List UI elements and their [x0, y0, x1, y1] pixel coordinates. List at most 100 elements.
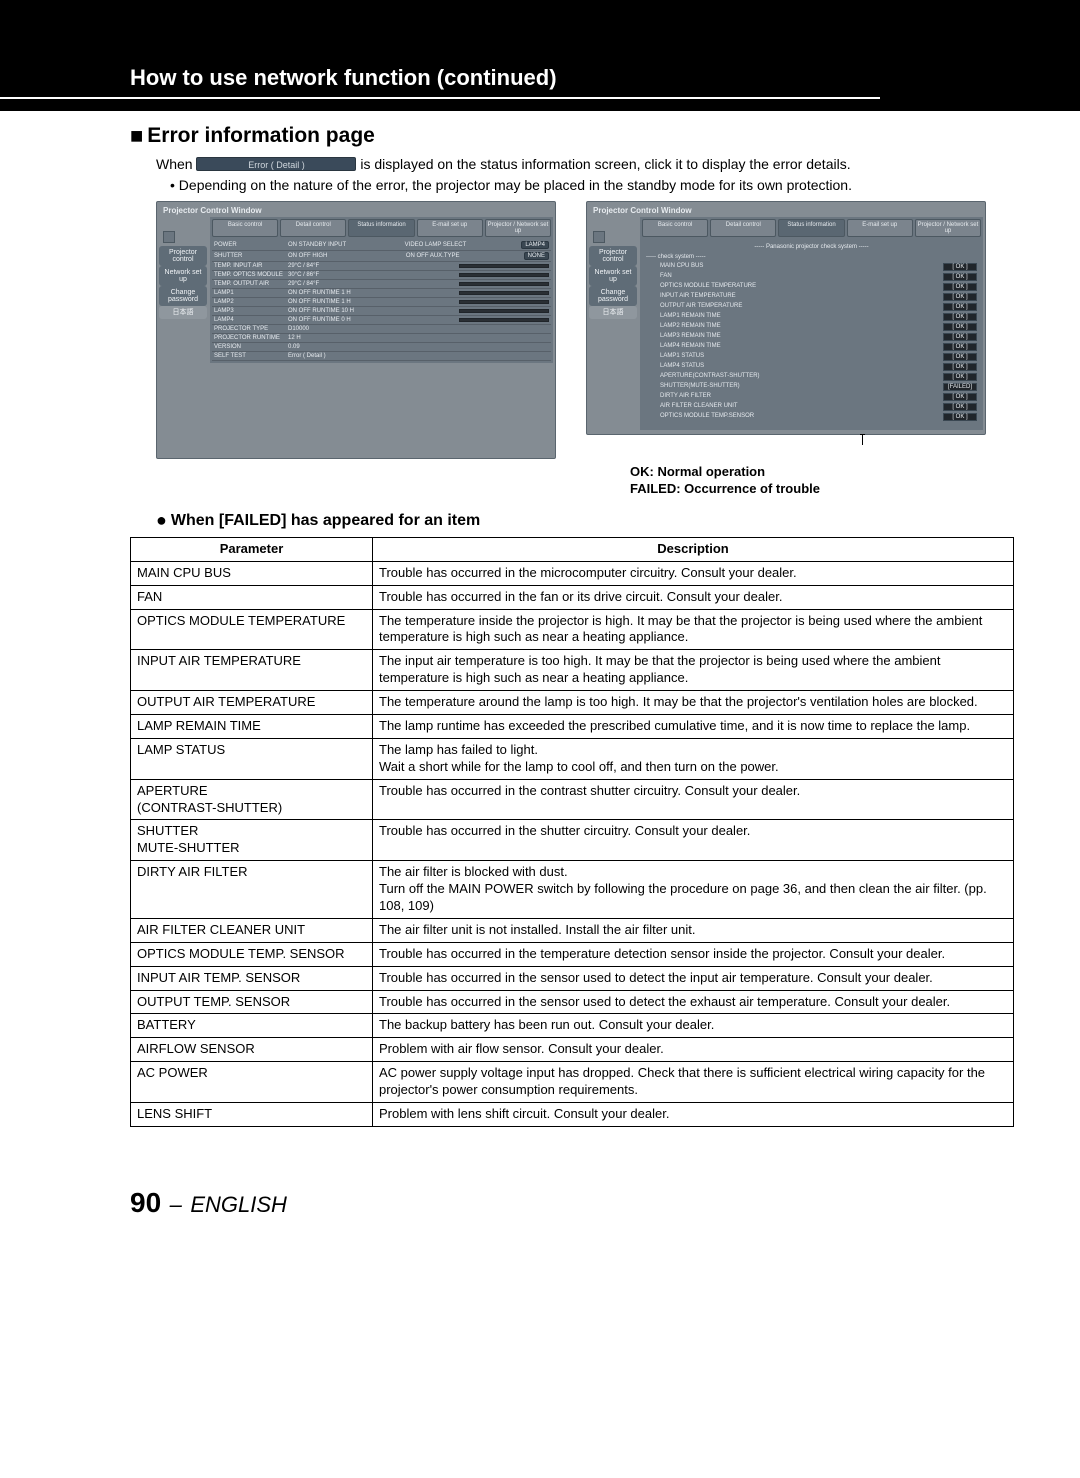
table-row: LENS SHIFTProblem with lens shift circui…: [131, 1103, 1014, 1127]
sidebar-item[interactable]: 日本語: [589, 306, 637, 319]
legend-failed: FAILED: Occurrence of trouble: [630, 480, 1014, 498]
cell-description: Trouble has occurred in the temperature …: [373, 942, 1014, 966]
section-heading-text: Error information page: [147, 124, 375, 147]
chapter-title: How to use network function (continued): [0, 65, 880, 99]
table-row: OPTICS MODULE TEMPERATUREThe temperature…: [131, 609, 1014, 650]
table-row: MAIN CPU BUSTrouble has occurred in the …: [131, 561, 1014, 585]
window-titlebar: Projector Control Window: [159, 204, 553, 217]
cell-parameter: FAN: [131, 585, 373, 609]
cell-parameter: AIRFLOW SENSOR: [131, 1038, 373, 1062]
content-area: ■Error information page When Error ( Det…: [0, 111, 1080, 1127]
screenshot-status-window: Projector Control Window Projector contr…: [156, 201, 556, 459]
sidebar-item[interactable]: Projector control: [159, 246, 207, 266]
chapter-header: How to use network function (continued): [0, 0, 1080, 111]
tab-item[interactable]: Status information: [778, 219, 844, 237]
main-panel: Basic controlDetail controlStatus inform…: [210, 217, 553, 363]
sidebar: Projector controlNetwork set upChange pa…: [589, 217, 637, 430]
tab-item[interactable]: Projector / Network set up: [915, 219, 981, 237]
cell-description: Trouble has occurred in the contrast shu…: [373, 779, 1014, 820]
page: How to use network function (continued) …: [0, 0, 1080, 1259]
footer-separator: –: [170, 1192, 182, 1217]
tab-item[interactable]: Projector / Network set up: [485, 219, 551, 237]
cell-parameter: OUTPUT TEMP. SENSOR: [131, 990, 373, 1014]
cell-parameter: MAIN CPU BUS: [131, 561, 373, 585]
check-row: LAMP3 REMAIN TIME[ OK ]: [660, 332, 977, 342]
tab-bar: Basic controlDetail controlStatus inform…: [212, 219, 551, 237]
subheading: ●When [FAILED] has appeared for an item: [156, 510, 1014, 531]
tab-bar: Basic controlDetail controlStatus inform…: [642, 219, 981, 237]
sidebar-item[interactable]: Change password: [589, 286, 637, 306]
check-row: LAMP2 REMAIN TIME[ OK ]: [660, 322, 977, 332]
check-row: DIRTY AIR FILTER[ OK ]: [660, 392, 977, 402]
cell-description: The lamp runtime has exceeded the prescr…: [373, 715, 1014, 739]
cell-description: The air filter unit is not installed. In…: [373, 918, 1014, 942]
sidebar-item[interactable]: 日本語: [159, 306, 207, 319]
cell-description: The lamp has failed to light. Wait a sho…: [373, 738, 1014, 779]
sidebar: Projector controlNetwork set upChange pa…: [159, 217, 207, 363]
status-legend: OK: Normal operation FAILED: Occurrence …: [630, 463, 1014, 498]
intro-suffix: is displayed on the status information s…: [360, 156, 850, 172]
cell-description: The temperature around the lamp is too h…: [373, 691, 1014, 715]
sidebar-item[interactable]: Network set up: [159, 266, 207, 286]
status-row: LAMP1ON OFF RUNTIME 1 H: [212, 289, 551, 298]
cell-parameter: DIRTY AIR FILTER: [131, 861, 373, 919]
cell-description: Trouble has occurred in the fan or its d…: [373, 585, 1014, 609]
table-row: OUTPUT AIR TEMPERATUREThe temperature ar…: [131, 691, 1014, 715]
cell-parameter: BATTERY: [131, 1014, 373, 1038]
screenshot-check-window: Projector Control Window Projector contr…: [586, 201, 986, 435]
table-row: AC POWERAC power supply voltage input ha…: [131, 1062, 1014, 1103]
tab-item[interactable]: Basic control: [642, 219, 708, 237]
tab-item[interactable]: E-mail set up: [847, 219, 913, 237]
cell-description: Problem with air flow sensor. Consult yo…: [373, 1038, 1014, 1062]
table-row: FANTrouble has occurred in the fan or it…: [131, 585, 1014, 609]
table-row: APERTURE (CONTRAST-SHUTTER)Trouble has o…: [131, 779, 1014, 820]
check-system-header: ----- Panasonic projector check system -…: [642, 240, 981, 252]
check-row: LAMP4 STATUS[ OK ]: [660, 362, 977, 372]
table-row: SHUTTER MUTE-SHUTTERTrouble has occurred…: [131, 820, 1014, 861]
status-row: TEMP. OPTICS MODULE30°C / 86°F: [212, 271, 551, 280]
logo-icon: [163, 231, 175, 243]
subheading-text: When [FAILED] has appeared for an item: [171, 512, 480, 529]
error-detail-button[interactable]: Error ( Detail ): [196, 157, 356, 171]
cell-parameter: AC POWER: [131, 1062, 373, 1103]
square-bullet-icon: ■: [130, 123, 143, 149]
status-row: TEMP. INPUT AIR29°C / 84°F: [212, 262, 551, 271]
round-bullet-icon: ●: [156, 510, 167, 531]
check-system-sub: ----- check system -----: [642, 252, 981, 262]
check-row: INPUT AIR TEMPERATURE[ OK ]: [660, 292, 977, 302]
check-row: AIR FILTER CLEANER UNIT[ OK ]: [660, 402, 977, 412]
sidebar-item[interactable]: Change password: [159, 286, 207, 306]
check-row: FAN[ OK ]: [660, 272, 977, 282]
page-number: 90: [130, 1187, 161, 1218]
logo-icon: [593, 231, 605, 243]
table-row: LAMP STATUSThe lamp has failed to light.…: [131, 738, 1014, 779]
screenshot-pair: Projector Control Window Projector contr…: [156, 201, 1014, 459]
check-row: LAMP4 REMAIN TIME[ OK ]: [660, 342, 977, 352]
table-row: OUTPUT TEMP. SENSORTrouble has occurred …: [131, 990, 1014, 1014]
table-row: INPUT AIR TEMP. SENSORTrouble has occurr…: [131, 966, 1014, 990]
legend-ok: OK: Normal operation: [630, 463, 1014, 481]
page-footer: 90 – ENGLISH: [0, 1187, 1080, 1219]
cell-description: Trouble has occurred in the microcompute…: [373, 561, 1014, 585]
sidebar-item[interactable]: Projector control: [589, 246, 637, 266]
cell-parameter: INPUT AIR TEMPERATURE: [131, 650, 373, 691]
tab-item[interactable]: Basic control: [212, 219, 278, 237]
status-row: PROJECTOR TYPED10000: [212, 325, 551, 334]
sidebar-item[interactable]: Network set up: [589, 266, 637, 286]
status-row: VERSION0.09: [212, 343, 551, 352]
tab-item[interactable]: Status information: [348, 219, 414, 237]
tab-item[interactable]: E-mail set up: [417, 219, 483, 237]
col-description: Description: [373, 537, 1014, 561]
window-titlebar: Projector Control Window: [589, 204, 983, 217]
error-table: Parameter Description MAIN CPU BUSTroubl…: [130, 537, 1014, 1127]
cell-description: Problem with lens shift circuit. Consult…: [373, 1103, 1014, 1127]
cell-parameter: LAMP REMAIN TIME: [131, 715, 373, 739]
check-row: LAMP1 STATUS[ OK ]: [660, 352, 977, 362]
tab-item[interactable]: Detail control: [710, 219, 776, 237]
check-row: OUTPUT AIR TEMPERATURE[ OK ]: [660, 302, 977, 312]
section-heading: ■Error information page: [130, 123, 1014, 149]
tab-item[interactable]: Detail control: [280, 219, 346, 237]
footer-language: ENGLISH: [190, 1192, 287, 1217]
check-row: SHUTTER(MUTE-SHUTTER)[FAILED]: [660, 382, 977, 392]
status-row: LAMP3ON OFF RUNTIME 10 H: [212, 307, 551, 316]
